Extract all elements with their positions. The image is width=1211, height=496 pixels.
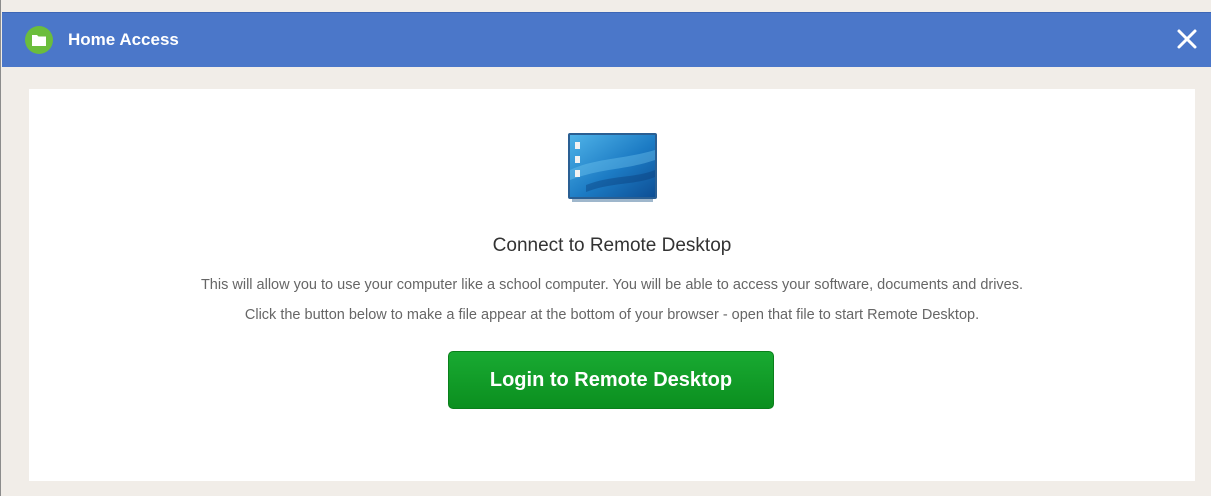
folder-icon: [25, 26, 53, 54]
dialog-title: Home Access: [68, 30, 179, 49]
description-line-1: This will allow you to use your computer…: [200, 277, 1024, 293]
home-access-dialog: Home Access Connect to Remote Desktop Th…: [0, 0, 1211, 496]
login-remote-desktop-button[interactable]: Login to Remote Desktop: [448, 351, 774, 409]
dialog-titlebar: Home Access: [2, 12, 1211, 67]
close-icon[interactable]: [1174, 26, 1200, 52]
description-line-2: Click the button below to make a file ap…: [244, 307, 980, 323]
content-heading: Connect to Remote Desktop: [492, 235, 732, 256]
remote-desktop-monitor-icon: [566, 130, 659, 204]
dialog-content: Connect to Remote Desktop This will allo…: [29, 89, 1195, 481]
